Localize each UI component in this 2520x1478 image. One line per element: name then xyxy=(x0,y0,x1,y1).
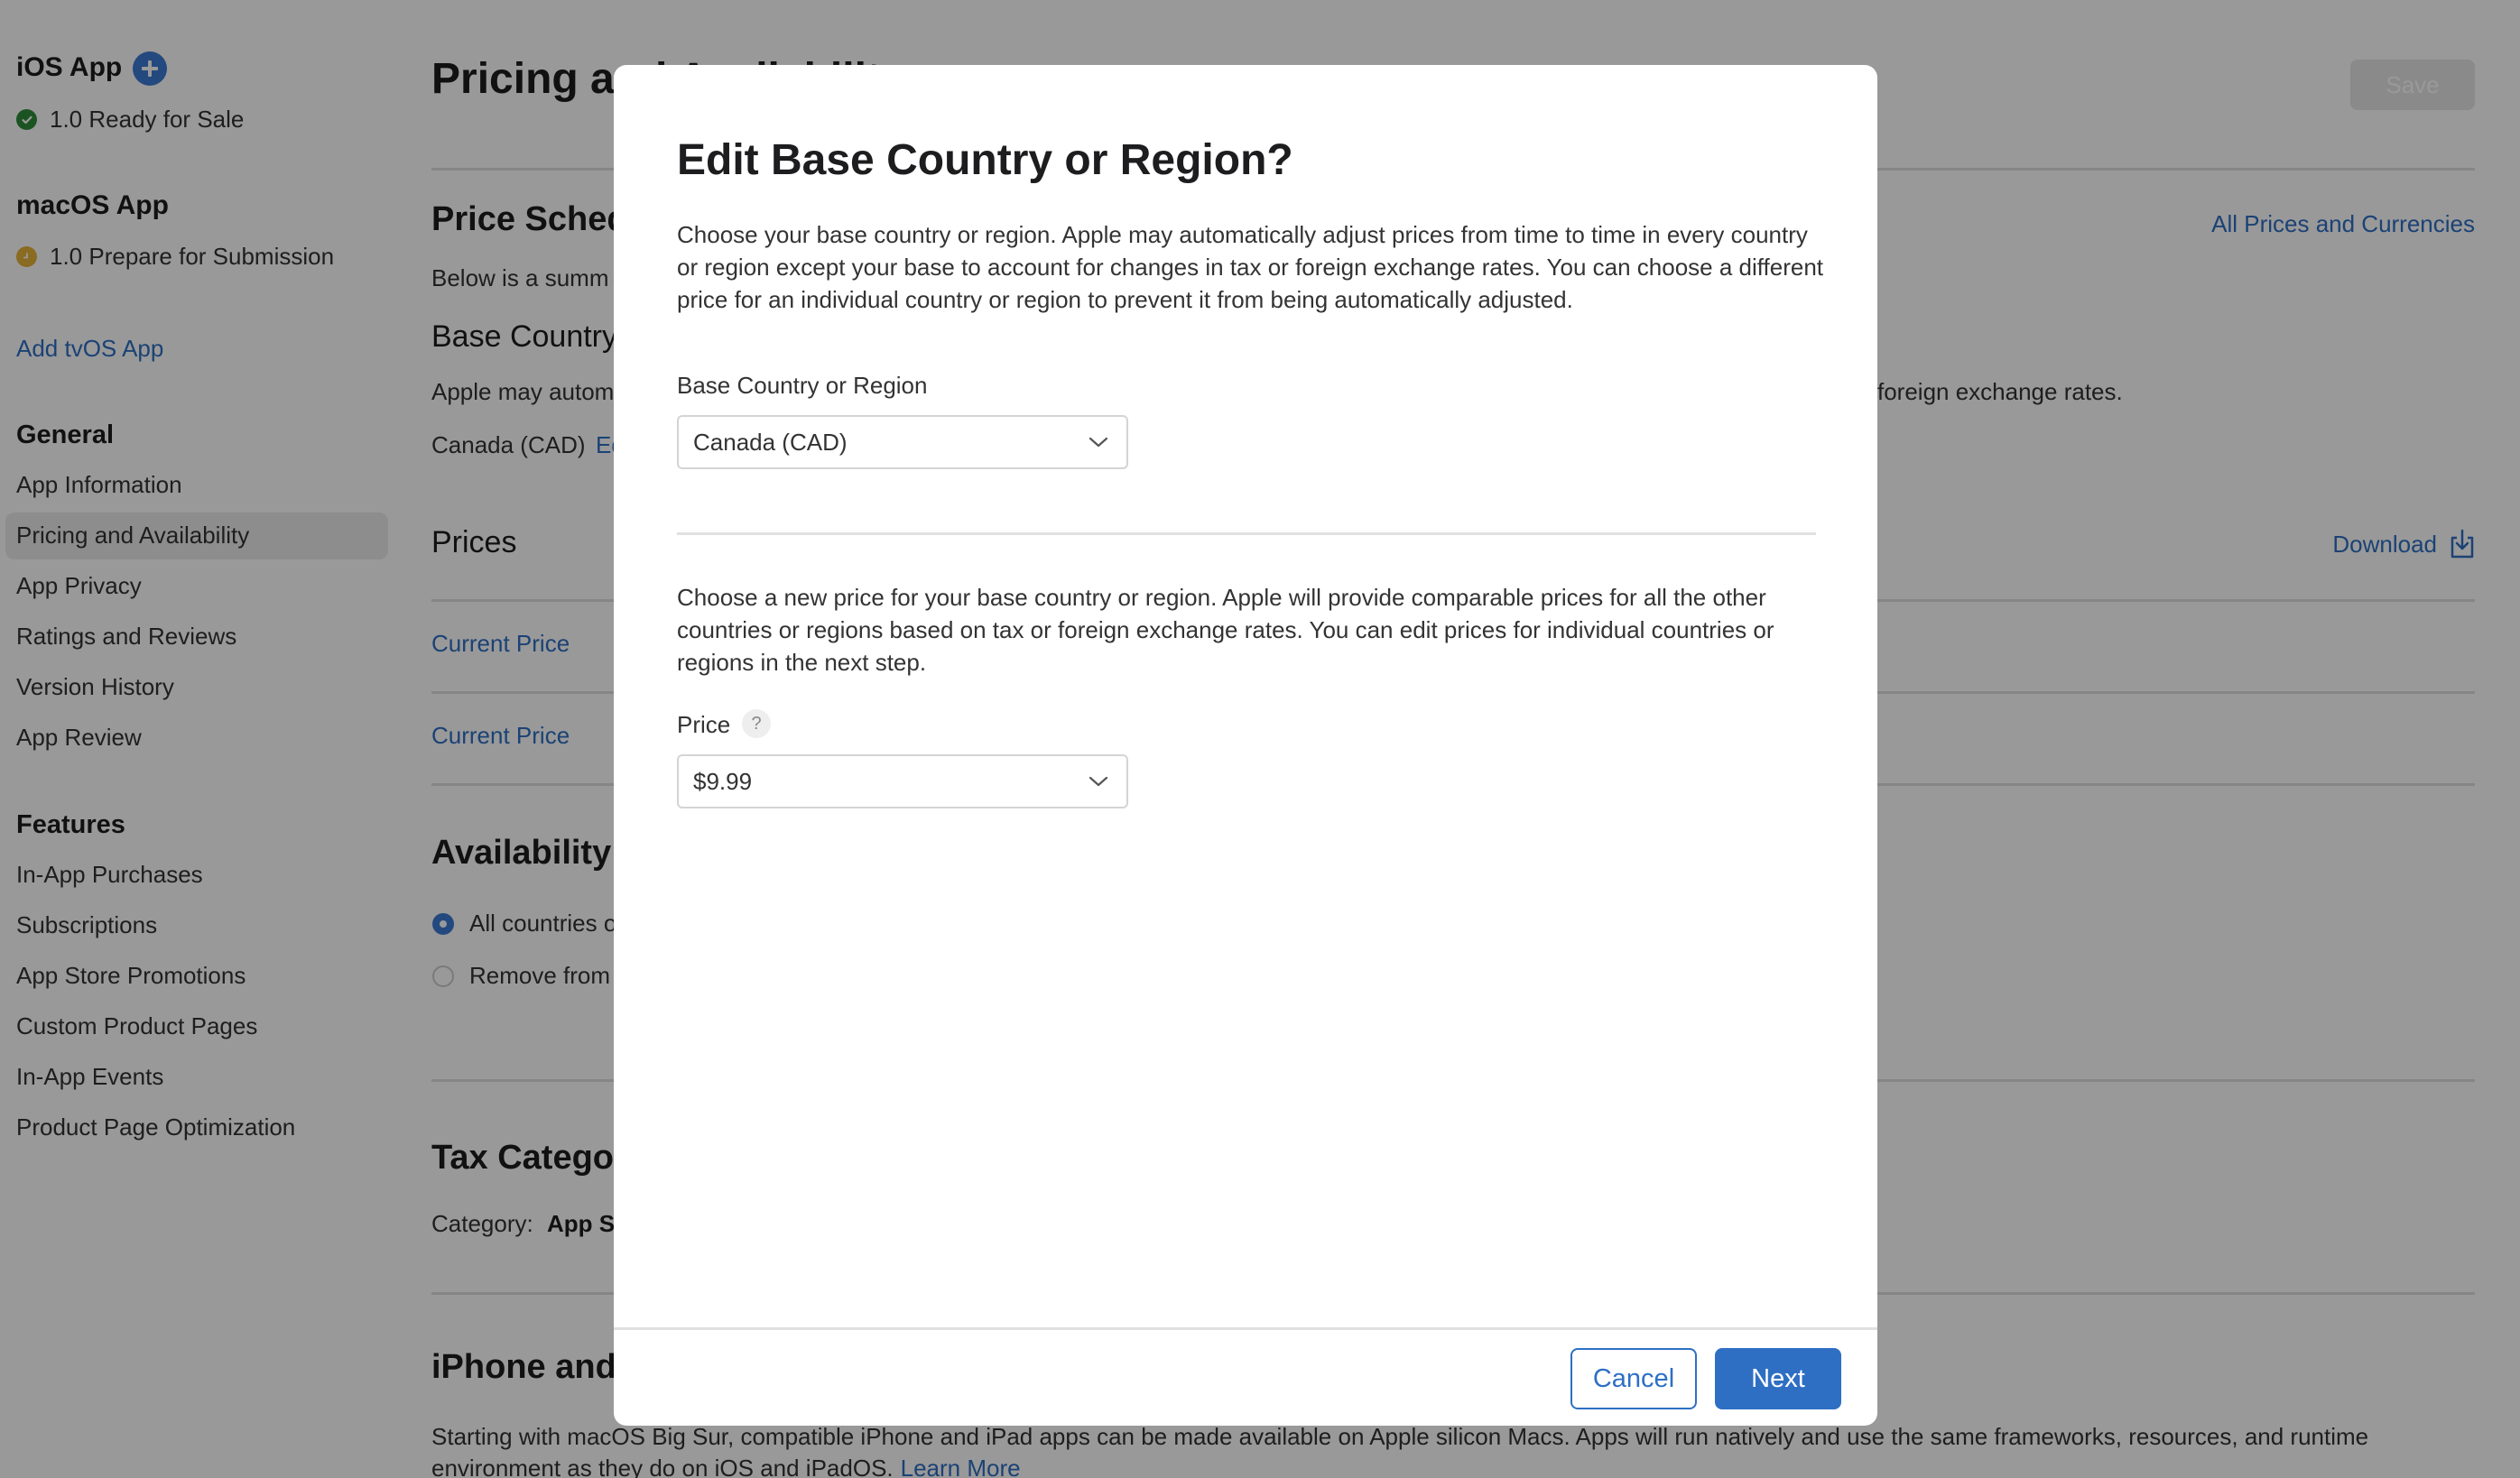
chevron-down-icon xyxy=(1089,776,1108,787)
dialog-intro-text: Choose your base country or region. Appl… xyxy=(677,221,1824,313)
cancel-button[interactable]: Cancel xyxy=(1570,1348,1697,1409)
base-country-select-value: Canada (CAD) xyxy=(693,428,848,456)
dialog-footer-divider xyxy=(614,1327,1877,1330)
dialog-title: Edit Base Country or Region? xyxy=(677,136,1293,184)
chevron-down-icon xyxy=(1089,437,1108,448)
next-button[interactable]: Next xyxy=(1715,1348,1841,1409)
price-label: Price xyxy=(677,711,731,738)
base-country-label: Base Country or Region xyxy=(677,372,928,399)
price-select-value: $9.99 xyxy=(693,767,753,795)
dialog-section-divider xyxy=(677,532,1816,535)
base-country-select[interactable]: Canada (CAD) xyxy=(677,415,1128,469)
price-intro-text: Choose a new price for your base country… xyxy=(677,584,1774,676)
price-select[interactable]: $9.99 xyxy=(677,754,1128,808)
edit-base-country-dialog: Edit Base Country or Region? Choose your… xyxy=(614,65,1877,1426)
help-icon[interactable]: ? xyxy=(742,709,771,738)
